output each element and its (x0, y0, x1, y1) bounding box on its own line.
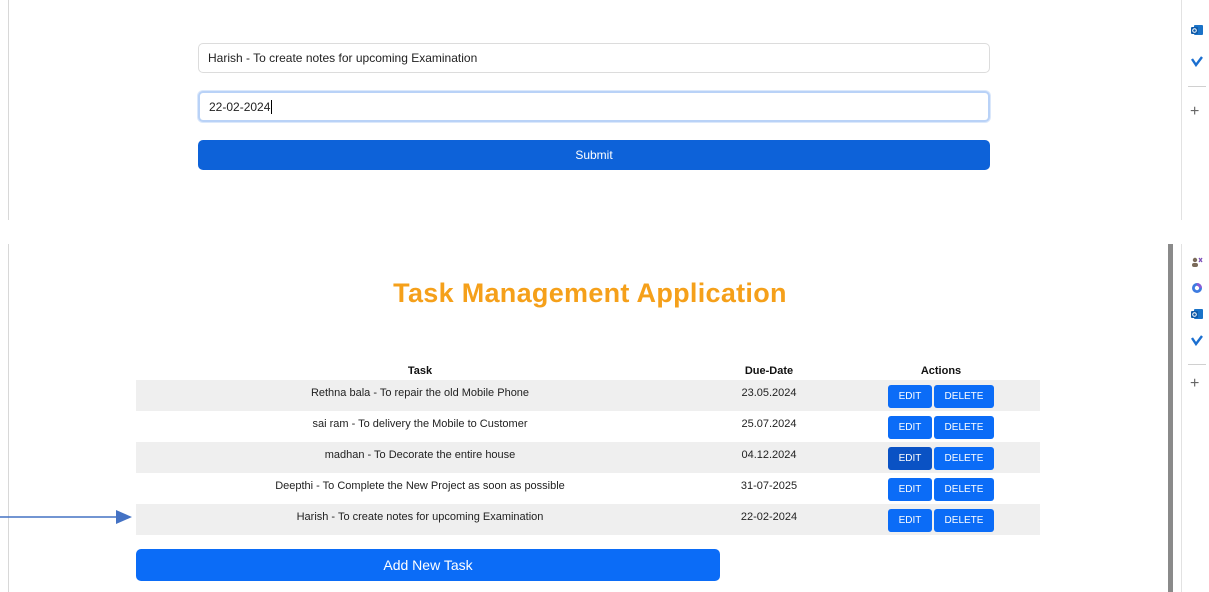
outlook-icon[interactable] (1191, 24, 1203, 36)
edit-button[interactable]: EDIT (888, 416, 932, 439)
edit-button[interactable]: EDIT (888, 478, 932, 501)
task-table: Task Due-Date Actions Rethna bala - To r… (136, 362, 1040, 535)
people-icon[interactable] (1191, 256, 1203, 268)
edit-button[interactable]: EDIT (888, 385, 932, 408)
sidebar-separator (1188, 364, 1206, 365)
task-input[interactable]: Harish - To create notes for upcoming Ex… (198, 43, 990, 73)
delete-button[interactable]: DELETE (934, 416, 994, 439)
screenshot-root: Harish - To create notes for upcoming Ex… (0, 0, 1209, 592)
panel-divider (8, 0, 9, 220)
delete-button[interactable]: DELETE (934, 447, 994, 470)
task-list-panel: Task Management Application Task Due-Dat… (0, 244, 1180, 592)
add-sidebar-app-icon[interactable]: + (1190, 104, 1199, 120)
task-input-value: Harish - To create notes for upcoming Ex… (208, 51, 478, 65)
task-cell: madhan - To Decorate the entire house (324, 449, 516, 461)
submit-button-label: Submit (575, 148, 613, 162)
todo-icon[interactable] (1191, 55, 1203, 68)
todo-icon[interactable] (1191, 334, 1203, 347)
due-date-cell: 31-07-2025 (740, 480, 798, 492)
header-actions: Actions (920, 365, 962, 377)
due-date-input-value: 22-02-2024 (209, 99, 271, 114)
delete-button[interactable]: DELETE (934, 478, 994, 501)
copilot-icon[interactable] (1191, 282, 1203, 294)
table-row: Harish - To create notes for upcoming Ex… (136, 504, 1040, 535)
task-form-panel: Harish - To create notes for upcoming Ex… (0, 0, 1209, 220)
browser-sidebar-top: + (1181, 0, 1209, 220)
due-date-input[interactable]: 22-02-2024 (198, 91, 990, 122)
add-new-task-button[interactable]: Add New Task (136, 549, 720, 581)
task-cell: Harish - To create notes for upcoming Ex… (296, 511, 544, 523)
table-row: Deepthi - To Complete the New Project as… (136, 473, 1040, 504)
header-task: Task (407, 365, 433, 377)
edit-button[interactable]: EDIT (888, 509, 932, 532)
task-cell: Rethna bala - To repair the old Mobile P… (310, 387, 530, 399)
add-new-task-label: Add New Task (383, 557, 473, 573)
table-row: Rethna bala - To repair the old Mobile P… (136, 380, 1040, 411)
task-cell: Deepthi - To Complete the New Project as… (275, 480, 565, 492)
text-caret (271, 99, 273, 114)
add-sidebar-app-icon[interactable]: + (1190, 376, 1199, 392)
due-date-cell: 25.07.2024 (741, 418, 797, 430)
table-row: sai ram - To delivery the Mobile to Cust… (136, 411, 1040, 442)
sidebar-separator (1188, 86, 1206, 87)
header-due-date: Due-Date (744, 365, 794, 377)
table-row: madhan - To Decorate the entire house 04… (136, 442, 1040, 473)
due-date-cell: 22-02-2024 (740, 511, 798, 523)
table-header: Task Due-Date Actions (136, 362, 1040, 380)
browser-sidebar-bottom: + (1181, 244, 1209, 592)
annotation-arrow-icon (0, 510, 132, 524)
task-cell: sai ram - To delivery the Mobile to Cust… (312, 418, 528, 430)
edit-button[interactable]: EDIT (888, 447, 932, 470)
submit-button[interactable]: Submit (198, 140, 990, 170)
due-date-cell: 23.05.2024 (741, 387, 797, 399)
delete-button[interactable]: DELETE (934, 385, 994, 408)
screenshot-gap (0, 220, 1209, 244)
delete-button[interactable]: DELETE (934, 509, 994, 532)
page-title: Task Management Application (393, 278, 787, 308)
due-date-cell: 04.12.2024 (741, 449, 797, 461)
outlook-icon[interactable] (1191, 308, 1203, 320)
